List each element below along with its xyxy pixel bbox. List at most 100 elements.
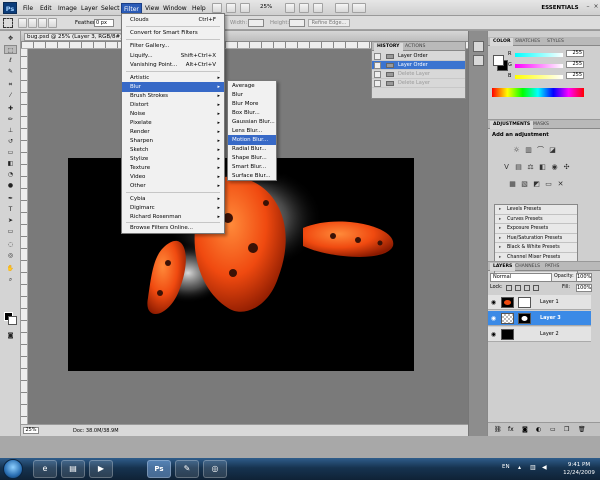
history-brush-tool-icon[interactable]: ↺ [4,137,17,146]
invert-icon[interactable]: ▦ [508,180,517,189]
taskbar-app-folder-icon[interactable]: ▤ [61,460,85,478]
tray-arrow-icon[interactable]: ▴ [518,464,526,472]
zoom-field[interactable]: 25% [23,427,39,434]
red-channel-slider[interactable] [515,53,563,57]
layer-row[interactable]: ◉ Layer 2 [488,327,591,342]
preset-item[interactable]: Hue/Saturation Presets [495,234,577,243]
preset-item[interactable]: Black & White Presets [495,243,577,253]
brush-tool-icon[interactable]: ✏ [4,115,17,124]
brightness-icon[interactable]: ☼ [512,146,521,155]
lasso-tool-icon[interactable]: ℓ [4,56,17,65]
gradient-map-icon[interactable]: ▭ [544,180,553,189]
menu-item-convert-smart-filters[interactable]: Convert for Smart Filters [122,28,224,38]
hue-saturation-icon[interactable]: ▤ [514,163,523,172]
type-tool-icon[interactable]: T [4,205,17,214]
pen-tool-icon[interactable]: ✒ [4,194,17,203]
taskbar-app-ie-icon[interactable]: e [33,460,57,478]
lock-transparency-icon[interactable] [506,285,512,291]
taskbar-app-paint-icon[interactable]: ✎ [175,460,199,478]
layer-style-icon[interactable]: fx [508,426,514,433]
lock-pixels-icon[interactable] [515,285,521,291]
layer-name[interactable]: Layer 2 [540,331,559,338]
view-extras-button[interactable] [240,3,250,13]
preset-item[interactable]: Levels Presets [495,205,577,215]
tab-adjustments[interactable]: ADJUSTMENTS [490,121,534,129]
threshold-icon[interactable]: ◩ [532,180,541,189]
menu-item-clouds[interactable]: Clouds Ctrl+F [122,15,224,25]
marquee-tool-icon[interactable] [3,18,13,28]
submenu-item-surface-blur[interactable]: Surface Blur... [228,171,276,181]
menu-layer[interactable]: Layer [79,3,100,14]
subtract-selection-icon[interactable] [38,18,47,28]
3d-rotate-tool-icon[interactable]: ◌ [4,240,17,249]
vibrance-icon[interactable]: V [502,163,511,172]
minibridge-button[interactable] [226,3,236,13]
channel-mixer-icon[interactable]: ✣ [562,163,571,172]
exposure-icon[interactable]: ◪ [548,146,557,155]
green-channel-slider[interactable] [515,64,563,68]
rotate-view-button[interactable] [313,3,323,13]
eraser-tool-icon[interactable]: ▭ [4,148,17,157]
start-orb-icon[interactable] [3,459,23,479]
zoom-level-dropdown[interactable]: 25% [260,4,272,10]
lock-position-icon[interactable] [524,285,530,291]
feather-input[interactable]: 0 px [94,19,114,27]
visibility-eye-icon[interactable]: ◉ [490,315,497,322]
curves-icon[interactable]: ⌒ [536,146,545,155]
menu-item-other[interactable]: Other ▸ [122,181,224,191]
photo-filter-icon[interactable]: ◉ [550,163,559,172]
red-channel-input[interactable]: 255 [566,50,584,57]
history-state[interactable]: Delete Layer [372,79,465,88]
blend-mode-dropdown[interactable]: Normal [490,273,552,282]
refine-edge-button[interactable]: Refine Edge... [308,19,350,27]
layer-row[interactable]: ◉ Layer 1 [488,295,591,310]
taskbar-app-photoshop[interactable]: Ps [147,460,171,478]
selective-color-icon[interactable]: ✕ [556,180,565,189]
path-select-tool-icon[interactable]: ➤ [4,216,17,225]
history-brush-source-icon[interactable] [374,53,381,60]
layer-row-active[interactable]: ◉ Layer 3 [488,311,591,326]
posterize-icon[interactable]: ▧ [520,180,529,189]
volume-icon[interactable]: ◀ [542,464,550,472]
menu-image[interactable]: Image [56,3,79,14]
bridge-button[interactable] [212,3,222,13]
image-canvas[interactable] [68,158,414,371]
actions-panel-icon[interactable] [473,55,484,66]
system-clock[interactable]: 9:41 PM 12/24/2009 [560,461,598,477]
minimize-icon[interactable]: – [584,3,592,11]
close-icon[interactable]: × [592,3,600,11]
tab-swatches[interactable]: SWATCHES [512,38,543,46]
intersect-selection-icon[interactable] [48,18,57,28]
blue-channel-slider[interactable] [515,75,563,79]
trash-icon[interactable]: 🗑 [578,426,586,433]
dodge-tool-icon[interactable]: ● [4,181,17,190]
tab-history[interactable]: HISTORY [374,43,403,51]
menu-select[interactable]: Select [99,3,122,14]
marquee-tool-icon[interactable]: ⬚ [4,45,17,54]
menu-item-browse-filters-online[interactable]: Browse Filters Online... [122,223,224,233]
menu-edit[interactable]: Edit [38,3,54,14]
crop-tool-icon[interactable]: ⌗ [4,80,17,89]
move-tool-icon[interactable]: ✥ [4,34,17,43]
history-state[interactable]: Layer Order [372,52,465,61]
shape-tool-icon[interactable]: ▭ [4,227,17,236]
tab-paths[interactable]: PATHS [542,263,562,271]
menu-item-richard-rosenman[interactable]: Richard Rosenman ▸ [122,212,224,222]
menu-item-vanishing-point[interactable]: Vanishing Point... Alt+Ctrl+V [122,60,224,70]
workspace-switcher[interactable]: ESSENTIALS [540,3,580,13]
lock-all-icon[interactable] [533,285,539,291]
history-panel-icon[interactable] [473,41,484,52]
menu-item-filter-gallery[interactable]: Filter Gallery... [122,41,224,51]
background-color-swatch[interactable] [8,316,17,325]
eyedropper-tool-icon[interactable]: ⁄ [4,91,17,100]
history-state-active[interactable]: Layer Order [372,61,465,70]
link-layers-icon[interactable]: ⛓ [494,426,502,433]
adjustment-layer-icon[interactable]: ◐ [536,426,541,433]
height-input[interactable] [289,19,305,27]
arrange-documents-button[interactable] [335,3,349,13]
taskbar-app-chrome-icon[interactable]: ◎ [203,460,227,478]
document-size-info[interactable]: Doc: 38.0M/38.9M [73,427,119,435]
new-group-icon[interactable]: ▭ [550,426,556,433]
opacity-input[interactable]: 100% [576,273,592,282]
screen-mode-button[interactable] [352,3,366,13]
